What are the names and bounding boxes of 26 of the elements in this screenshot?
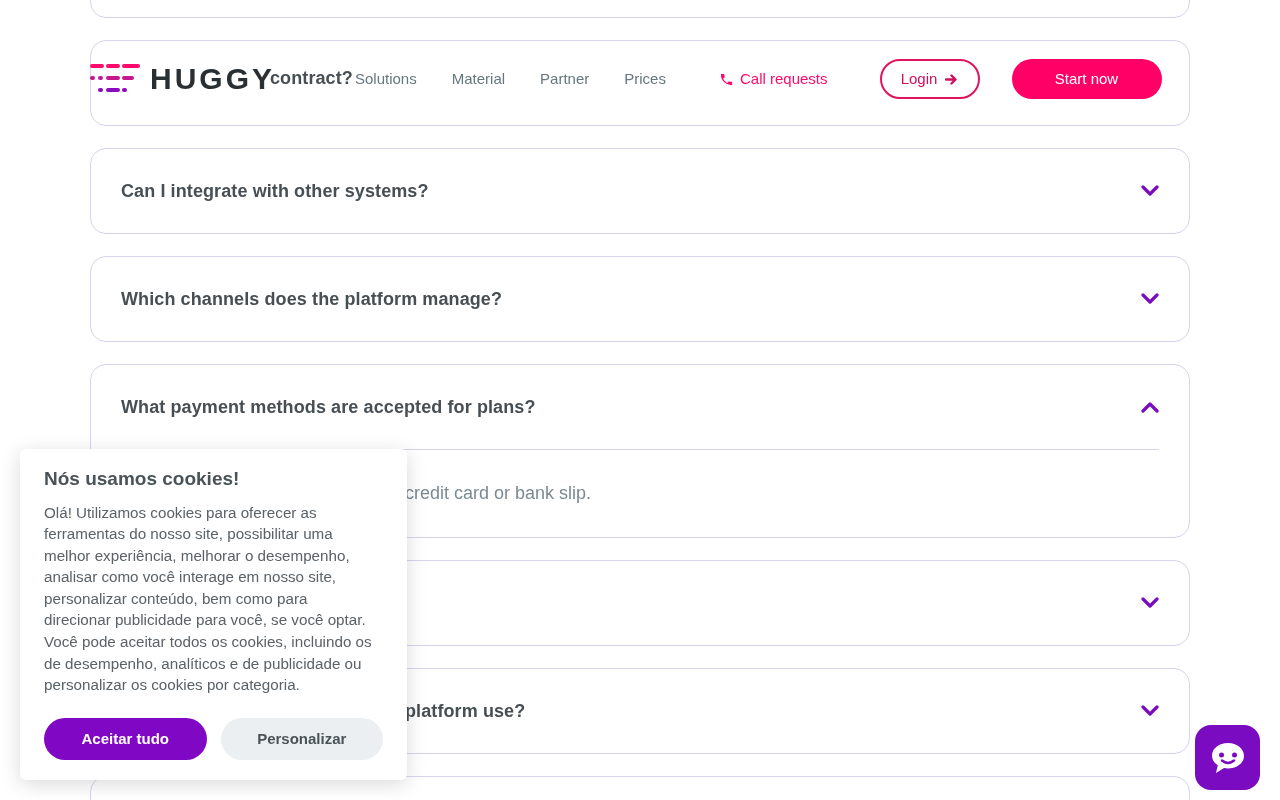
start-now-button[interactable]: Start now — [1011, 59, 1162, 99]
nav-link[interactable]: Material — [451, 67, 506, 91]
accept-all-button[interactable]: Aceitar tudo — [44, 717, 207, 760]
faq-question[interactable]: platform use? — [405, 697, 526, 725]
chat-bubble-icon — [1209, 740, 1246, 775]
faq-question[interactable]: Can I integrate with other systems? — [121, 177, 429, 205]
nav-link[interactable]: Partner — [540, 67, 590, 91]
chevron-down-icon — [1141, 597, 1159, 609]
chevron-up-icon — [1141, 401, 1159, 413]
call-requests-link[interactable]: Call requests — [718, 67, 828, 91]
chevron-down-icon — [1141, 185, 1159, 197]
customize-button[interactable]: Personalizar — [220, 717, 383, 760]
arrow-right-icon — [945, 73, 959, 85]
faq-question[interactable]: What payment methods are accepted for plans? — [121, 393, 536, 421]
faq-answer: credit card or bank slip. — [405, 482, 592, 505]
popup-title: Nós usamos cookies! — [44, 467, 241, 491]
faq-question[interactable]: Which channels does the platform manage? — [121, 285, 503, 313]
chat-button[interactable] — [1195, 725, 1260, 790]
nav-link[interactable]: Prices — [624, 67, 666, 91]
phone-icon — [718, 71, 734, 87]
login-button[interactable]: Login — [879, 59, 980, 99]
popup-text: Olá! Utilizamos cookies para oferecer as ferramentas do nosso site, possibilitar uma melhor experiência, melhorar o desempenho, analisar como você interage em nosso site, personalizar conteúdo, bem como para direcionar publicidade para você, se você optar. Você pode aceitar todos os cookies, incluindo os de desempenho, analíticos e de publicidade ou personalizar os cookies por categoria. — [44, 502, 373, 696]
chevron-down-icon — [1141, 293, 1159, 305]
chevron-down-icon — [1141, 705, 1159, 717]
logo-mark-icon — [90, 64, 142, 92]
nav-link[interactable]: Solutions — [355, 67, 417, 91]
